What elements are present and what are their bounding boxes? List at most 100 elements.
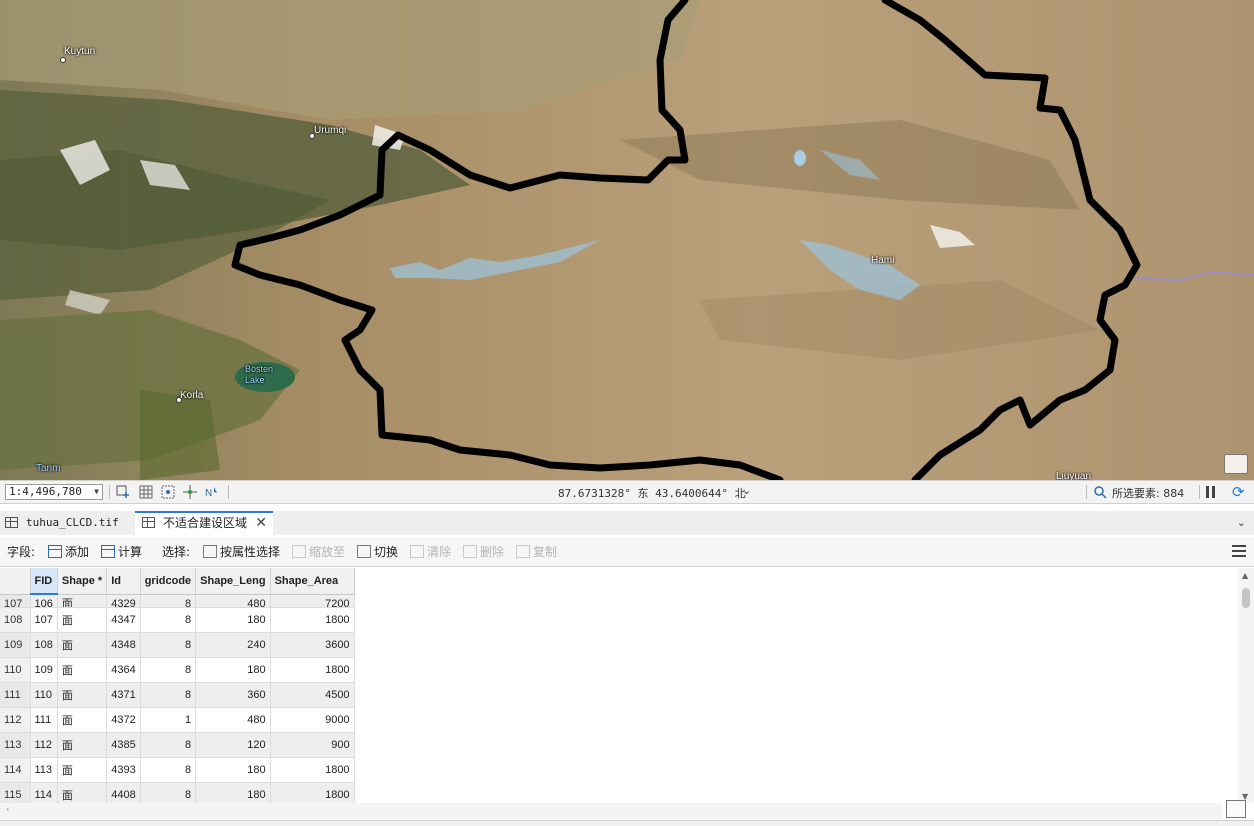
delete-button[interactable]: 删除 — [463, 537, 504, 567]
row-number[interactable]: 108 — [0, 607, 31, 633]
cell-id[interactable]: 4348 — [106, 632, 141, 658]
cell-gridcode[interactable]: 8 — [140, 682, 197, 708]
cell-fid[interactable]: 110 — [30, 682, 58, 708]
switch-selection-button[interactable]: 切换 — [357, 537, 398, 567]
cell-id[interactable]: 4364 — [106, 657, 141, 683]
cell-fid[interactable]: 107 — [30, 607, 58, 633]
tab-unsuitable-area[interactable]: 不适合建设区域 ✕ — [135, 511, 273, 535]
horizontal-scrollbar[interactable]: ‹ — [0, 803, 1222, 819]
column-header-shape-area[interactable]: Shape_Area — [270, 568, 355, 595]
column-header-row-selector[interactable] — [0, 568, 31, 595]
cell-shape-leng[interactable]: 480 — [195, 594, 271, 608]
chevron-down-icon[interactable]: ⌄ — [742, 484, 751, 497]
row-number[interactable]: 114 — [0, 757, 31, 783]
cell-shape-area[interactable]: 4500 — [270, 682, 355, 708]
cell-shape-leng[interactable]: 180 — [195, 757, 271, 783]
column-header-gridcode[interactable]: gridcode — [140, 568, 197, 595]
row-number[interactable]: 107 — [0, 594, 31, 608]
row-number[interactable]: 112 — [0, 707, 31, 733]
select-by-attributes-button[interactable]: 按属性选择 — [203, 537, 280, 567]
row-number[interactable]: 109 — [0, 632, 31, 658]
scroll-left-icon[interactable]: ‹ — [6, 805, 10, 815]
table-row[interactable]: 111 110 面 4371 8 360 4500 — [0, 682, 355, 708]
cell-shape[interactable]: 面 — [57, 707, 108, 733]
cell-gridcode[interactable]: 8 — [140, 632, 197, 658]
cell-gridcode[interactable]: 8 — [140, 607, 197, 633]
row-number[interactable]: 111 — [0, 682, 31, 708]
cell-shape-leng[interactable]: 360 — [195, 682, 271, 708]
snapping-icon[interactable] — [161, 485, 175, 499]
cell-shape-area[interactable]: 3600 — [270, 632, 355, 658]
cell-id[interactable]: 4329 — [106, 594, 141, 608]
cell-shape-area[interactable]: 900 — [270, 732, 355, 758]
cell-shape-leng[interactable]: 120 — [195, 732, 271, 758]
cell-id[interactable]: 4408 — [106, 782, 141, 803]
table-options-icon[interactable] — [1226, 800, 1246, 818]
cell-shape[interactable]: 面 — [57, 682, 108, 708]
north-arrow-icon[interactable]: N — [205, 485, 219, 499]
cell-shape[interactable]: 面 — [57, 782, 108, 803]
attribute-table[interactable]: FID Shape * Id gridcode Shape_Leng Shape… — [0, 568, 1238, 803]
cell-shape-area[interactable]: 1800 — [270, 757, 355, 783]
cell-id[interactable]: 4385 — [106, 732, 141, 758]
table-row[interactable]: 112 111 面 4372 1 480 9000 — [0, 707, 355, 733]
cell-shape-area[interactable]: 1800 — [270, 782, 355, 803]
select-zoom-icon[interactable] — [1093, 485, 1107, 499]
cell-gridcode[interactable]: 8 — [140, 782, 197, 803]
column-header-shape-leng[interactable]: Shape_Leng — [195, 568, 271, 595]
cell-gridcode[interactable]: 8 — [140, 757, 197, 783]
cell-shape[interactable]: 面 — [57, 594, 108, 608]
cell-gridcode[interactable]: 8 — [140, 732, 197, 758]
cell-id[interactable]: 4371 — [106, 682, 141, 708]
cell-fid[interactable]: 113 — [30, 757, 58, 783]
map-view[interactable]: Kuytun Urumqi Hami Bosten Lake Korla Tar… — [0, 0, 1254, 480]
table-row[interactable]: 109 108 面 4348 8 240 3600 — [0, 632, 355, 658]
table-row[interactable]: 115 114 面 4408 8 180 1800 — [0, 782, 355, 803]
table-row[interactable]: 113 112 面 4385 8 120 900 — [0, 732, 355, 758]
cell-shape-leng[interactable]: 240 — [195, 632, 271, 658]
column-header-fid[interactable]: FID — [30, 568, 58, 595]
row-number[interactable]: 110 — [0, 657, 31, 683]
table-row[interactable]: 110 109 面 4364 8 180 1800 — [0, 657, 355, 683]
cell-shape[interactable]: 面 — [57, 632, 108, 658]
cell-shape-area[interactable]: 1800 — [270, 657, 355, 683]
cell-shape-area[interactable]: 1800 — [270, 607, 355, 633]
scroll-up-icon[interactable]: ▲ — [1242, 571, 1248, 580]
zoom-to-button[interactable]: 缩放至 — [292, 537, 345, 567]
cell-shape[interactable]: 面 — [57, 732, 108, 758]
column-header-shape[interactable]: Shape * — [57, 568, 108, 595]
cell-shape-leng[interactable]: 480 — [195, 707, 271, 733]
fixed-zoom-icon[interactable] — [116, 485, 130, 499]
scale-dropdown[interactable]: 1:4,496,780 ▼ — [5, 484, 103, 500]
cell-fid[interactable]: 111 — [30, 707, 58, 733]
cell-shape-area[interactable]: 9000 — [270, 707, 355, 733]
cell-gridcode[interactable]: 8 — [140, 657, 197, 683]
calculate-field-button[interactable]: 计算 — [101, 537, 142, 567]
cell-fid[interactable]: 112 — [30, 732, 58, 758]
cell-id[interactable]: 4372 — [106, 707, 141, 733]
scroll-thumb[interactable] — [1242, 588, 1250, 608]
column-header-id[interactable]: Id — [106, 568, 141, 595]
cell-id[interactable]: 4347 — [106, 607, 141, 633]
cell-fid[interactable]: 109 — [30, 657, 58, 683]
map-navigator-icon[interactable] — [1224, 454, 1248, 474]
cell-shape[interactable]: 面 — [57, 607, 108, 633]
clear-selection-button[interactable]: 清除 — [410, 537, 451, 567]
add-field-button[interactable]: 添加 — [48, 537, 89, 567]
cell-shape-leng[interactable]: 180 — [195, 782, 271, 803]
cell-shape-leng[interactable]: 180 — [195, 607, 271, 633]
cell-id[interactable]: 4393 — [106, 757, 141, 783]
vertical-scrollbar[interactable]: ▲ ▼ — [1238, 568, 1254, 803]
menu-icon[interactable] — [1232, 545, 1246, 557]
cell-fid[interactable]: 106 — [30, 594, 58, 608]
cell-gridcode[interactable]: 1 — [140, 707, 197, 733]
table-row[interactable]: 114 113 面 4393 8 180 1800 — [0, 757, 355, 783]
cell-shape[interactable]: 面 — [57, 657, 108, 683]
chevron-down-icon[interactable]: ⌄ — [1237, 511, 1246, 535]
cell-fid[interactable]: 108 — [30, 632, 58, 658]
crosshair-icon[interactable] — [183, 485, 197, 499]
table-row[interactable]: 108 107 面 4347 8 180 1800 — [0, 607, 355, 633]
cell-shape-leng[interactable]: 180 — [195, 657, 271, 683]
grid-icon[interactable] — [139, 485, 153, 499]
refresh-icon[interactable]: ⟳ — [1232, 484, 1248, 500]
